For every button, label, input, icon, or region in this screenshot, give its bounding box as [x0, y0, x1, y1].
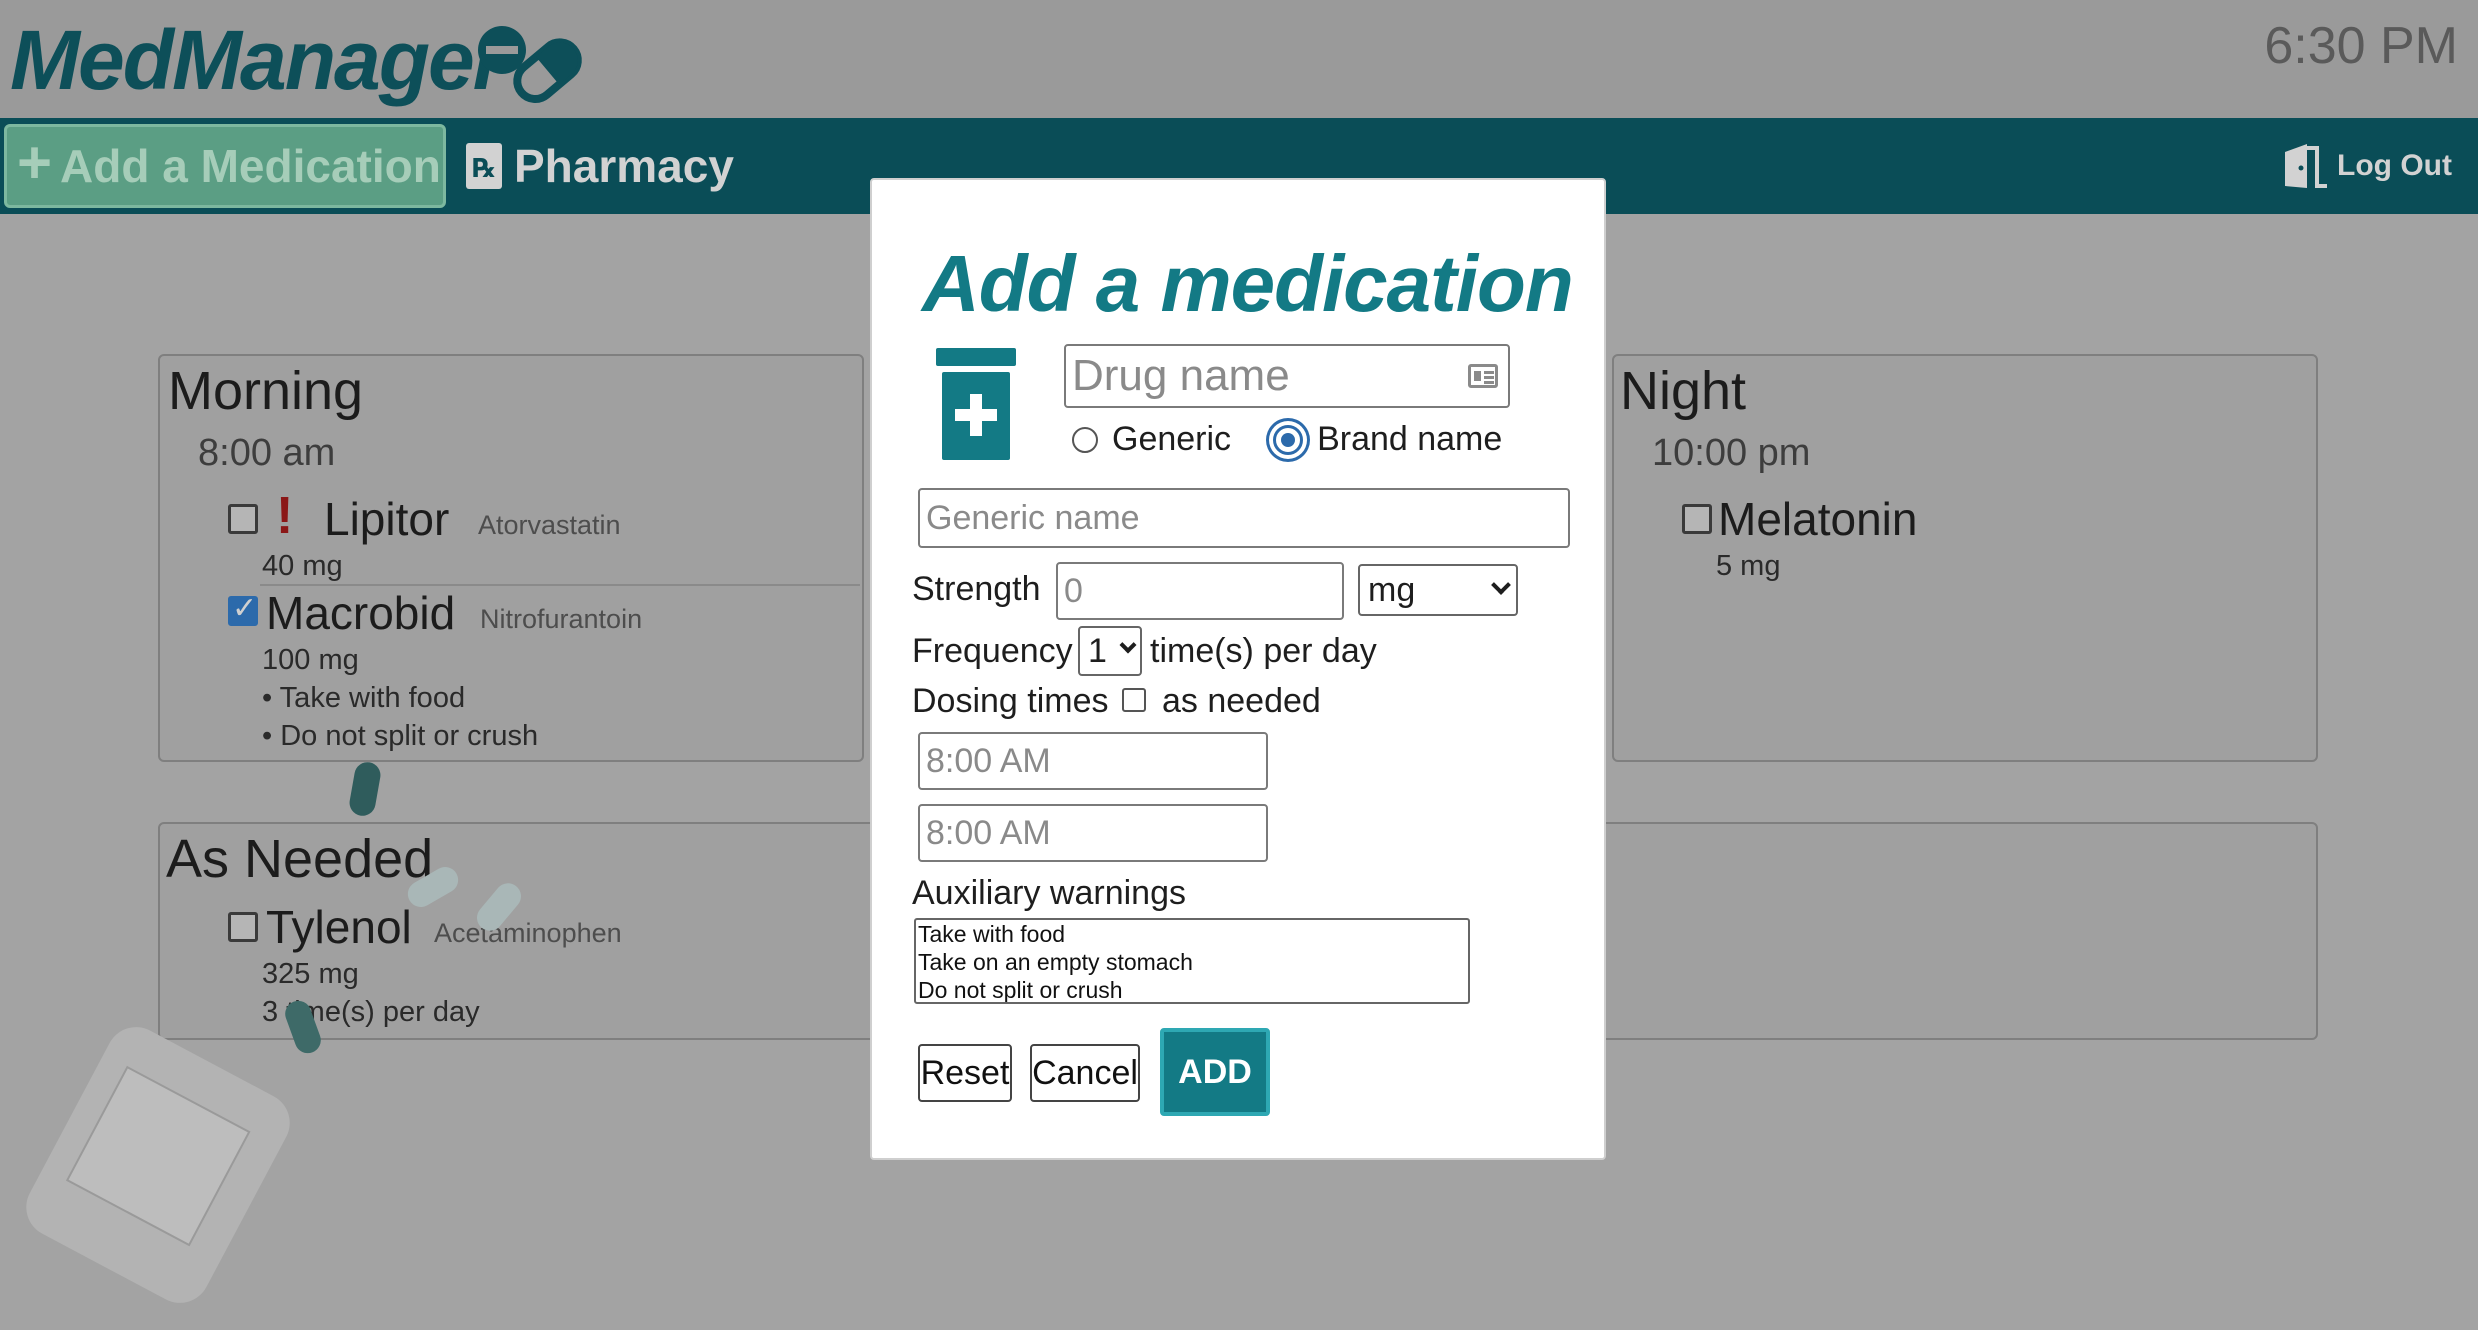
- cancel-button[interactable]: Cancel: [1030, 1044, 1140, 1102]
- as-needed-label: as needed: [1162, 682, 1321, 720]
- background-pill-bottle: [15, 1016, 301, 1314]
- add-medication-dialog: Add a medication Drug name Generic Brand…: [870, 178, 1606, 1160]
- brand-name-radio-label: Brand name: [1317, 420, 1503, 458]
- id-card-icon[interactable]: [1468, 364, 1498, 388]
- med-note: • Take with food: [262, 682, 466, 714]
- drug-name-placeholder: Drug name: [1072, 351, 1290, 400]
- morning-time: 8:00 am: [198, 432, 336, 474]
- auxiliary-warnings-listbox[interactable]: Take with food Take on an empty stomach …: [914, 918, 1470, 1004]
- dialog-title: Add a medication: [922, 239, 1574, 328]
- dosing-time-input-2[interactable]: 8:00 AM: [918, 804, 1268, 862]
- frequency-select[interactable]: 1: [1078, 626, 1142, 676]
- night-title: Night: [1620, 361, 1747, 421]
- morning-panel: Morning 8:00 am ! Lipitor Atorvastatin 4…: [158, 354, 864, 762]
- warning-option[interactable]: Take on an empty stomach: [916, 948, 1468, 976]
- as-needed-title: As Needed: [166, 829, 434, 889]
- unit-select[interactable]: mg: [1358, 564, 1518, 616]
- tylenol-checkbox[interactable]: [228, 912, 258, 942]
- frequency-selected-value: 1: [1088, 631, 1107, 670]
- plus-icon: +: [17, 129, 53, 196]
- bottle-lid: [936, 348, 1016, 366]
- macrobid-checkbox[interactable]: [228, 591, 258, 626]
- add-medication-nav-button[interactable]: + Add a Medication: [4, 124, 446, 208]
- med-strength-macrobid: 100 mg: [262, 644, 359, 676]
- strength-label: Strength: [912, 570, 1041, 608]
- logout-label: Log Out: [2337, 149, 2452, 182]
- bottle-label: [65, 1065, 251, 1247]
- drug-name-input[interactable]: Drug name: [1064, 344, 1510, 408]
- med-generic-lipitor: Atorvastatin: [478, 510, 621, 540]
- med-name-melatonin: Melatonin: [1718, 493, 1918, 545]
- med-strength-melatonin: 5 mg: [1716, 550, 1781, 582]
- auxiliary-warnings-label: Auxiliary warnings: [912, 874, 1186, 912]
- dosing-time-value: 8:00 AM: [926, 813, 1051, 852]
- generic-name-input[interactable]: Generic name: [918, 488, 1570, 548]
- night-time: 10:00 pm: [1652, 432, 1811, 474]
- warning-option[interactable]: Take with food: [916, 920, 1468, 948]
- logout-button[interactable]: Log Out: [2281, 142, 2452, 190]
- frequency-label: Frequency: [912, 632, 1073, 670]
- med-strength-lipitor: 40 mg: [262, 550, 343, 582]
- generic-radio-label: Generic: [1112, 420, 1232, 458]
- pill-logo-icon: [478, 26, 582, 103]
- reset-button[interactable]: Reset: [918, 1044, 1012, 1102]
- med-generic-tylenol: Acetaminophen: [434, 918, 622, 948]
- pharmacy-nav-link[interactable]: ℞ Pharmacy: [466, 136, 734, 196]
- as-needed-checkbox[interactable]: [1122, 688, 1146, 712]
- morning-title: Morning: [168, 361, 364, 421]
- clock: 6:30 PM: [2264, 17, 2458, 75]
- warning-option[interactable]: Do not split or crush: [916, 976, 1468, 1002]
- med-name-macrobid: Macrobid: [266, 587, 456, 639]
- medicine-bottle-icon: [936, 348, 1016, 460]
- med-note: • Do not split or crush: [262, 720, 539, 752]
- app-logo: MedManager: [10, 13, 505, 107]
- generic-radio[interactable]: [1072, 426, 1098, 453]
- chevron-down-icon: [1491, 575, 1511, 595]
- background-capsule: [347, 760, 383, 818]
- logout-door-icon: [2285, 144, 2328, 188]
- melatonin-checkbox[interactable]: [1682, 504, 1712, 534]
- med-name-lipitor: Lipitor: [324, 493, 450, 545]
- med-name-tylenol: Tylenol: [266, 901, 412, 953]
- app-header: MedManager 6:30 PM: [0, 0, 2478, 118]
- dosing-time-input-1[interactable]: 8:00 AM: [918, 732, 1268, 790]
- dosing-time-value: 8:00 AM: [926, 741, 1051, 780]
- alert-icon: !: [276, 487, 294, 545]
- pharmacy-nav-label: Pharmacy: [514, 140, 734, 192]
- unit-selected-value: mg: [1368, 570, 1416, 609]
- bottle-body: [942, 372, 1010, 460]
- add-button[interactable]: ADD: [1160, 1028, 1270, 1116]
- night-panel: Night 10:00 pm Melatonin 5 mg: [1612, 354, 2318, 762]
- chevron-down-icon: [1119, 636, 1137, 654]
- strength-placeholder: 0: [1064, 571, 1083, 610]
- dosing-times-label: Dosing times: [912, 682, 1109, 720]
- generic-name-placeholder: Generic name: [926, 498, 1140, 537]
- med-strength-tylenol: 325 mg: [262, 958, 359, 990]
- rx-icon: ℞: [466, 143, 502, 189]
- brand-name-radio[interactable]: [1273, 424, 1304, 455]
- strength-input[interactable]: 0: [1056, 562, 1344, 620]
- frequency-suffix: time(s) per day: [1150, 632, 1377, 670]
- add-medication-nav-label: Add a Medication: [60, 140, 441, 192]
- lipitor-checkbox[interactable]: [228, 504, 258, 534]
- drug-name-type-radio-group: Generic Brand name: [1072, 420, 1502, 459]
- med-generic-macrobid: Nitrofurantoin: [480, 604, 643, 634]
